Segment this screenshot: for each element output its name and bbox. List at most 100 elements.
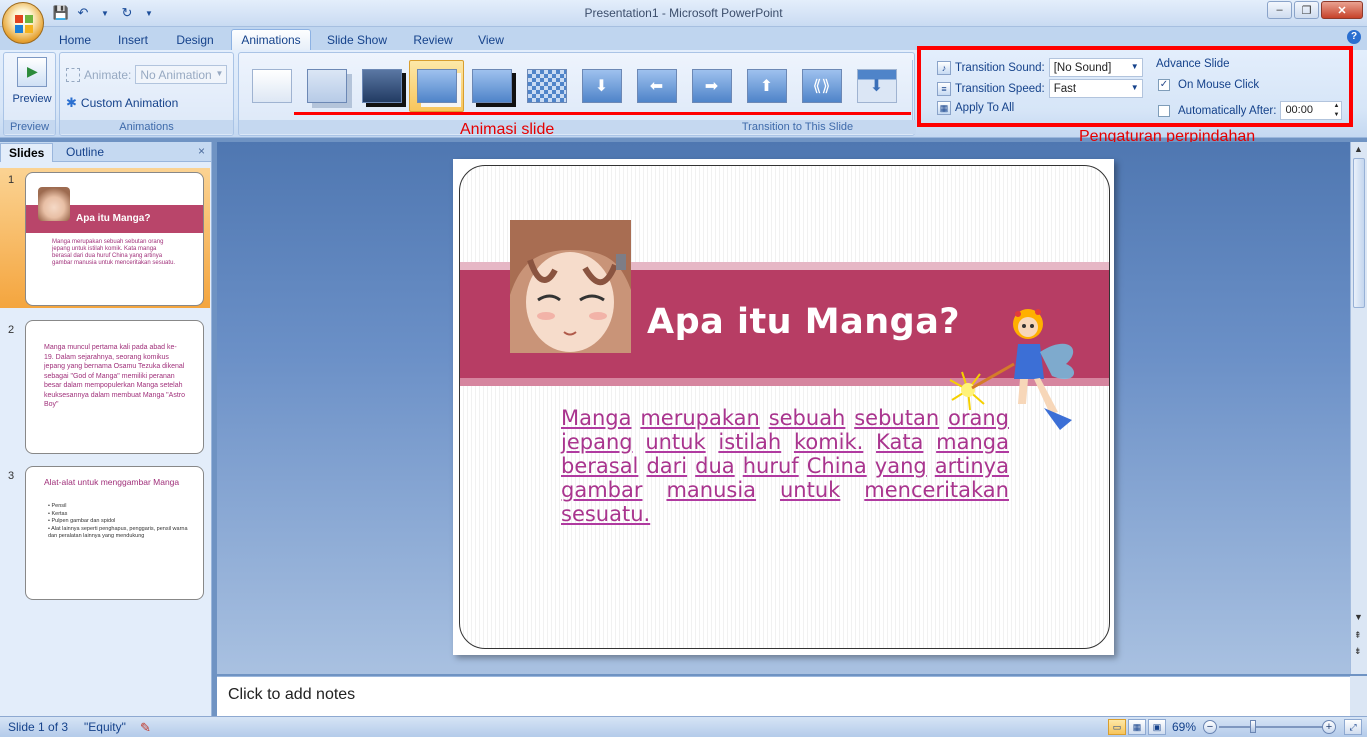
tab-design[interactable]: Design — [169, 29, 221, 50]
tab-review[interactable]: Review — [406, 29, 460, 50]
transition-fade-through-black[interactable] — [354, 60, 409, 112]
vertical-scrollbar[interactable]: ▲ ▼ ⇞ ⇟ — [1350, 142, 1367, 674]
status-bar: Slide 1 of 3 "Equity" ✎ ▭ ▦ ▣ 69% − + ⤢ — [0, 716, 1367, 737]
arrow-right-icon: ➡ — [704, 78, 719, 95]
preview-button-label: Preview — [12, 93, 52, 105]
mini-slide-title: Apa itu Manga? — [76, 213, 151, 224]
minimize-button[interactable]: – — [1267, 1, 1292, 19]
transition-preview-icon: ⟪⟫ — [801, 69, 842, 103]
mini-slide-text: Manga merupakan sebuah sebutan orang jep… — [52, 239, 176, 266]
window-title: Presentation1 - Microsoft PowerPoint — [584, 6, 783, 20]
mini-bullet: • Pulpen gambar dan spidol — [48, 518, 116, 524]
transition-preview-icon — [361, 69, 402, 103]
spelling-check-icon[interactable]: ✎ — [140, 720, 151, 736]
split-arrows-icon: ⟪⟫ — [812, 78, 831, 95]
next-slide-icon[interactable]: ⇟ — [1354, 646, 1362, 657]
transition-selected[interactable] — [409, 60, 464, 112]
transition-wipe-up[interactable]: ⬆ — [739, 60, 794, 112]
mini-slide-text: Manga muncul pertama kali pada abad ke-1… — [44, 344, 186, 408]
slide-body-word: manusia — [666, 478, 757, 502]
slide-body-word: gambar — [561, 478, 643, 502]
notes-placeholder[interactable]: Click to add notes — [228, 686, 355, 704]
notes-pane[interactable]: Click to add notes — [217, 676, 1350, 716]
previous-slide-icon[interactable]: ⇞ — [1354, 630, 1362, 641]
tab-animations[interactable]: Animations — [231, 29, 311, 50]
current-slide[interactable]: Apa itu Manga? Manga merupakan sebuah se… — [453, 159, 1114, 655]
theme-status: "Equity" — [84, 720, 126, 734]
transition-wipe-left[interactable]: ⬅ — [629, 60, 684, 112]
tab-insert[interactable]: Insert — [110, 29, 156, 50]
slide-frame: Apa itu Manga? Manga merupakan sebuah se… — [459, 165, 1110, 649]
transition-fade-smoothly[interactable] — [299, 60, 354, 112]
transition-preview-icon: ⬅ — [636, 69, 677, 103]
fairy-clipart-image — [948, 294, 1098, 444]
slide-body-text[interactable]: Manga merupakan sebuah sebutan orang jep… — [561, 406, 1009, 526]
slide-body-word: jepang — [561, 430, 633, 454]
transition-box-out[interactable]: ⟪⟫ — [794, 60, 849, 112]
window-controls: – ❐ ✕ — [1267, 1, 1363, 19]
slide-title[interactable]: Apa itu Manga? — [647, 302, 960, 342]
slide-body-word: merupakan — [640, 406, 760, 430]
slide-sorter-view-icon[interactable]: ▦ — [1128, 719, 1146, 735]
office-button[interactable] — [2, 2, 44, 44]
scroll-down-icon[interactable]: ▼ — [1354, 612, 1363, 622]
transition-push-down[interactable]: ⬇ — [849, 60, 904, 112]
custom-animation-button[interactable]: ✱ Custom Animation — [66, 95, 178, 111]
slide-body-word: huruf — [742, 454, 799, 478]
zoom-slider[interactable] — [1219, 726, 1323, 728]
slide-body-word: sesuatu. — [561, 502, 651, 526]
transition-preview-icon — [416, 69, 457, 103]
slide-body-word: dua — [695, 454, 735, 478]
animate-select[interactable]: No Animation ▼ — [135, 65, 228, 84]
fairy-drawing — [949, 309, 1075, 430]
tab-outline[interactable]: Outline — [58, 143, 112, 162]
mini-slide-title: Alat-alat untuk menggambar Manga — [44, 477, 180, 487]
transition-wipe-down[interactable]: ⬇ — [574, 60, 629, 112]
tab-home[interactable]: Home — [52, 29, 98, 50]
mini-bullet: • Alat lainnya seperti penghapus, pengga… — [48, 525, 188, 540]
custom-animation-label: Custom Animation — [80, 96, 179, 110]
arrow-down-icon: ⬇ — [869, 78, 884, 95]
transition-preview-icon: ⬇ — [581, 69, 622, 103]
preview-button[interactable]: Preview — [10, 57, 54, 113]
slide-body-word: artinya — [934, 454, 1009, 478]
slide-body-word: Manga — [561, 406, 632, 430]
zoom-in-icon[interactable]: + — [1322, 720, 1336, 734]
scrollbar-thumb[interactable] — [1353, 158, 1365, 308]
zoom-slider-thumb[interactable] — [1250, 720, 1256, 733]
transition-preview-icon — [306, 69, 347, 103]
slide-body-word: komik. — [793, 430, 864, 454]
mini-manga-face-image — [38, 187, 70, 221]
restore-button[interactable]: ❐ — [1294, 1, 1319, 19]
tab-view[interactable]: View — [470, 29, 512, 50]
normal-view-icon[interactable]: ▭ — [1108, 719, 1126, 735]
slides-pane: Slides Outline × 1 Apa itu Manga? Manga … — [0, 142, 212, 716]
zoom-out-icon[interactable]: − — [1203, 720, 1217, 734]
transition-cut-through-black[interactable] — [464, 60, 519, 112]
zoom-level[interactable]: 69% — [1172, 720, 1196, 734]
slide-body-word: sebuah — [768, 406, 846, 430]
tab-slides[interactable]: Slides — [0, 143, 54, 162]
scroll-up-icon[interactable]: ▲ — [1354, 144, 1363, 154]
slide-show-view-icon[interactable]: ▣ — [1148, 719, 1166, 735]
animations-group-label: Animations — [60, 120, 233, 134]
slide-preview: Apa itu Manga? Manga merupakan sebuah se… — [25, 172, 204, 306]
transition-gallery: ⬇ ⬅ ➡ ⬆ ⟪⟫ ⬇ — [244, 60, 904, 112]
preview-icon — [17, 57, 47, 87]
help-icon[interactable]: ? — [1347, 30, 1361, 44]
tab-slide-show[interactable]: Slide Show — [321, 29, 393, 50]
slide-preview: Manga muncul pertama kali pada abad ke-1… — [25, 320, 204, 454]
close-icon[interactable]: × — [198, 144, 205, 158]
transition-preview-icon: ⬆ — [746, 69, 787, 103]
preview-group: Preview Preview — [3, 52, 56, 136]
arrow-down-icon: ⬇ — [594, 78, 609, 95]
transition-group-label: Transition to This Slide — [239, 120, 916, 134]
slides-pane-tabs: Slides Outline × — [0, 142, 211, 162]
transition-wipe-right[interactable]: ➡ — [684, 60, 739, 112]
slide-body-word: yang — [874, 454, 927, 478]
transition-dissolve[interactable] — [519, 60, 574, 112]
fit-to-window-icon[interactable]: ⤢ — [1344, 719, 1362, 735]
transition-no-transition[interactable] — [244, 60, 299, 112]
transition-preview-icon: ➡ — [691, 69, 732, 103]
close-button[interactable]: ✕ — [1321, 1, 1363, 19]
